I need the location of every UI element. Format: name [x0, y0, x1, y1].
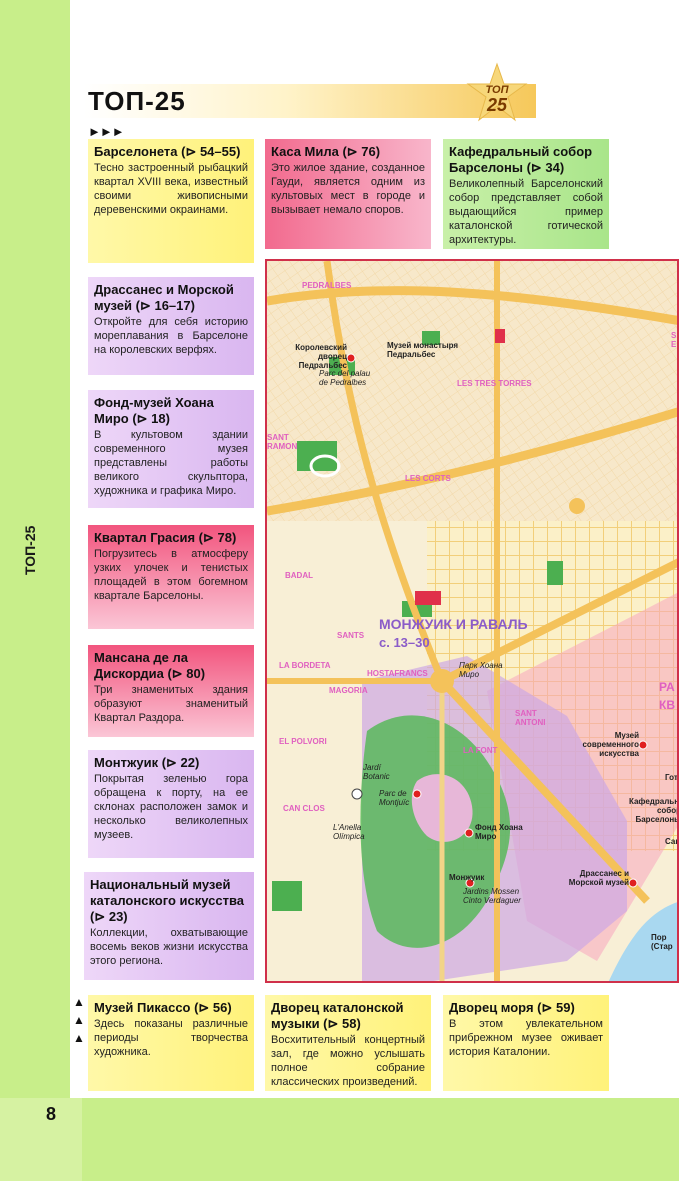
map-label-sants: SANTS — [337, 631, 365, 640]
bottom-band-inner — [82, 1098, 679, 1181]
map-label-ra: РА — [659, 680, 675, 694]
map-region-title: МОНЖУИК И РАВАЛЬ — [379, 616, 528, 632]
card-desc: Три знаменитых здания образуют знамениты… — [94, 684, 248, 724]
map-label-polvori: EL POLVORI — [279, 737, 327, 746]
map-label-les-corts: LES CORTS — [405, 474, 451, 483]
map-label-cathedral: Кафедральный собор Барселоны — [629, 797, 679, 824]
card-desc: Тесно застроенный рыбацкий квартал XVIII… — [94, 162, 248, 216]
map-label-jardins: Jardins Mossen Cinto Verdaguer — [463, 887, 521, 905]
up-arrow-icon: ▲ — [73, 995, 85, 1009]
map-label-san: Сан — [665, 837, 679, 846]
map-label-bordeta: LA BORDETA — [279, 661, 331, 670]
card-title: Национальный музей каталонского искусств… — [90, 877, 245, 924]
card-palau-musica[interactable]: Дворец каталонской музыки (⊳ 58) Восхити… — [265, 995, 431, 1091]
card-gracia[interactable]: Квартал Грасия (⊳ 78) Погрузитесь в атмо… — [88, 525, 254, 629]
card-title: Музей Пикассо (⊳ 56) — [94, 1000, 232, 1015]
map-label-got: Гот — [665, 773, 678, 782]
map-label-palace: Королевский дворец Педральбес — [295, 343, 347, 370]
map-label-hostafrancs: HOSTAFRANCS — [367, 669, 428, 678]
card-title: Фонд-музей Хоана Миро (⊳ 18) — [94, 395, 214, 426]
card-cathedral[interactable]: Кафедральный собор Барселоны (⊳ 34) Вели… — [443, 139, 609, 249]
map-label-palace-park: Parc del palau de Pedralbes — [319, 369, 371, 387]
card-mnac[interactable]: Национальный музей каталонского искусств… — [84, 872, 254, 980]
card-picasso[interactable]: Музей Пикассо (⊳ 56) Здесь показаны разл… — [88, 995, 254, 1091]
card-title: Барселонета (⊳ 54–55) — [94, 144, 241, 159]
card-desc: Здесь показаны различные периоды творчес… — [94, 1018, 248, 1058]
card-desc: Это жилое здание, созданное Гауди, являе… — [271, 162, 425, 216]
map-label-parc-montjuic: Parc de Montjuïc — [379, 789, 410, 807]
map-label-kv: КВ — [659, 698, 675, 712]
card-desc: В культовом здании современного музея пр… — [94, 429, 248, 497]
card-desc: Великолепный Барселонский собор представ… — [449, 178, 603, 246]
map-label-can-clos: CAN CLOS — [283, 804, 325, 813]
map-label-la-font: LA FONT — [463, 746, 498, 755]
map-label-monastery: Музей монастыря Педральбес — [387, 341, 459, 359]
card-barceloneta[interactable]: Барселонета (⊳ 54–55) Тесно застроенный … — [88, 139, 254, 263]
map-label-sant-antoni: SANT ANTONI — [515, 709, 546, 727]
card-desc: В этом увлекательном прибрежном музее ож… — [449, 1018, 603, 1058]
badge-line2: 25 — [486, 95, 508, 115]
card-title: Дворец моря (⊳ 59) — [449, 1000, 575, 1015]
card-title: Монтжуик (⊳ 22) — [94, 755, 200, 770]
map-label-edge-top: S E — [671, 331, 677, 349]
card-title: Кафедральный собор Барселоны (⊳ 34) — [449, 144, 593, 175]
card-desc: Коллекции, охватывающие восемь веков жиз… — [90, 927, 248, 967]
card-desc: Погрузитесь в атмосферу узких улочек и т… — [94, 548, 248, 602]
card-drassanes[interactable]: Драссанес и Морской музей (⊳ 16–17) Откр… — [88, 277, 254, 375]
map-label-magoria: MAGORIA — [329, 686, 368, 695]
top25-badge-text: ТОП 25 — [476, 84, 518, 114]
city-map[interactable]: PEDRALBES Королевский дворец Педральбес … — [265, 259, 679, 983]
card-title: Мансана де ла Дискордиа (⊳ 80) — [94, 650, 206, 681]
map-label-jardi-botanic: Jardí Botanic — [363, 763, 390, 781]
card-miro[interactable]: Фонд-музей Хоана Миро (⊳ 18) В культовом… — [88, 390, 254, 508]
map-label-tres-torres: LES TRES TORRES — [457, 379, 532, 388]
card-desc: Восхитительный концертный зал, где можно… — [271, 1034, 425, 1088]
map-label-drassanes: Драссанес и Морской музей — [568, 869, 629, 887]
card-montjuic[interactable]: Монтжуик (⊳ 22) Покрытая зеленью гора об… — [88, 750, 254, 858]
side-section-label: ТОП-25 — [22, 525, 38, 575]
card-title: Квартал Грасия (⊳ 78) — [94, 530, 237, 545]
map-label-pedralbes: PEDRALBES — [302, 281, 352, 290]
card-casa-mila[interactable]: Каса Мила (⊳ 76) Это жилое здание, созда… — [265, 139, 431, 249]
page-title: ТОП-25 — [88, 86, 186, 116]
card-desc: Покрытая зеленью гора обращена к порту, … — [94, 773, 248, 841]
up-arrow-icon: ▲ — [73, 1031, 85, 1045]
map-label-port: Пор (Стар — [651, 933, 673, 951]
card-discordia[interactable]: Мансана де ла Дискордиа (⊳ 80) Три знаме… — [88, 645, 254, 737]
map-label-macba: Музей современного искусства — [582, 731, 639, 758]
map-label-fond-miro: Фонд Хоана Миро — [475, 823, 523, 841]
map-label-anella: L'Anella Olímpica — [333, 823, 365, 841]
page-number: 8 — [46, 1104, 57, 1124]
arrows-icon: ►►► — [88, 124, 125, 139]
map-label-montjuic: Монжуик — [449, 873, 485, 882]
card-title: Дворец каталонской музыки (⊳ 58) — [271, 1000, 404, 1031]
up-arrow-icon: ▲ — [73, 1013, 85, 1027]
card-desc: Откройте для себя историю мореплавания в… — [94, 316, 248, 356]
card-palau-mar[interactable]: Дворец моря (⊳ 59) В этом увлекательном … — [443, 995, 609, 1091]
card-title: Каса Мила (⊳ 76) — [271, 144, 381, 159]
card-title: Драссанес и Морской музей (⊳ 16–17) — [94, 282, 234, 313]
map-label-park-miro: Парк Хоана Миро — [459, 661, 503, 679]
map-label-sant-ramon: SANT RAMON — [267, 433, 298, 451]
map-region-pages: с. 13–30 — [379, 635, 430, 650]
map-label-badal: BADAL — [285, 571, 313, 580]
